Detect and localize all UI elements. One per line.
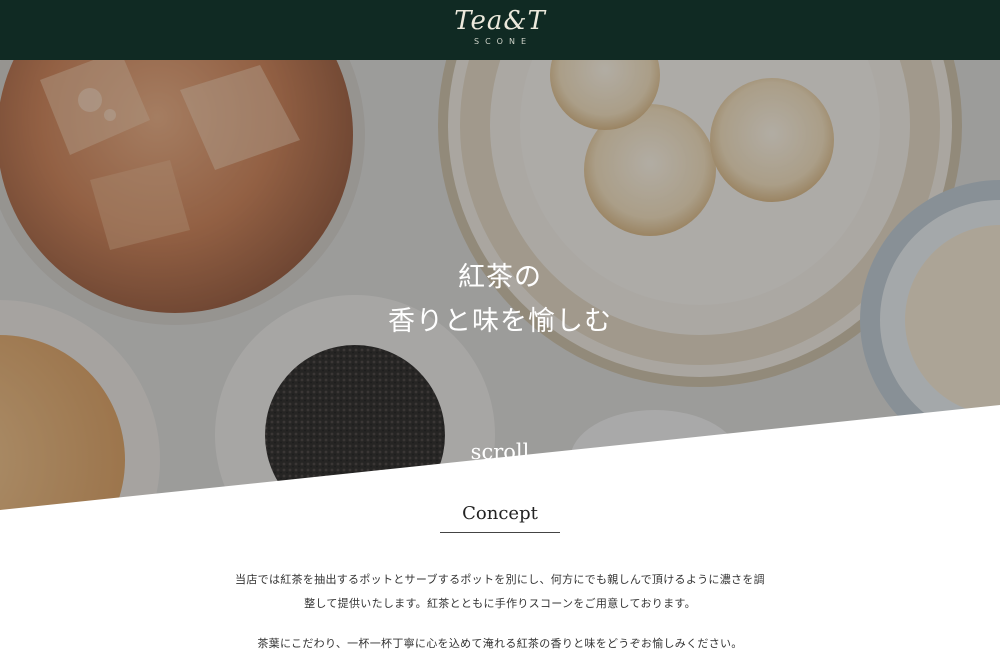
site-header: Tea&T SCONE	[0, 0, 1000, 60]
hero-headline-line1: 紅茶の	[458, 262, 542, 293]
hero-section: 紅茶の 香りと味を愉しむ scroll	[0, 60, 1000, 510]
concept-paragraph-2: 茶葉にこだわり、一杯一杯丁寧に心を込めて淹れる紅茶の香りと味をどうぞお愉しみくだ…	[257, 637, 743, 650]
concept-underline	[440, 532, 560, 533]
logo[interactable]: Tea&T SCONE	[444, 6, 556, 52]
hero-headline-line2: 香りと味を愉しむ	[388, 306, 612, 337]
scroll-indicator[interactable]: scroll	[450, 438, 550, 502]
chevron-down-icon	[463, 474, 537, 500]
hero-headline: 紅茶の 香りと味を愉しむ	[0, 256, 1000, 344]
concept-paragraph-1-line-2: 整して提供いたします。紅茶とともに手作りスコーンをご用意しております。	[304, 597, 696, 610]
logo-subtitle: SCONE	[474, 37, 532, 46]
concept-paragraph-1-line-1: 当店では紅茶を抽出するポットとサーブするポットを別にし、何方にでも親しんで頂ける…	[235, 573, 765, 586]
concept-heading: Concept	[462, 503, 538, 524]
logo-wordmark: Tea&T	[454, 6, 546, 36]
scroll-label: scroll	[470, 440, 530, 464]
concept-text: 当店では紅茶を抽出するポットとサーブするポットを別にし、何方にでも親しんで頂ける…	[200, 568, 800, 656]
